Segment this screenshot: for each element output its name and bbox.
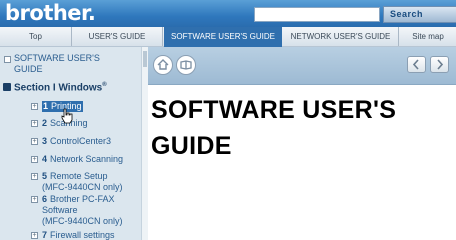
tab-network-users-guide[interactable]: NETWORK USER'S GUIDE bbox=[283, 27, 399, 46]
sidebar-link-software-users-guide[interactable]: SOFTWARE USER'S GUIDE bbox=[14, 53, 114, 75]
sidebar-section-title[interactable]: Section I Windows® bbox=[14, 82, 107, 93]
forward-button[interactable] bbox=[430, 56, 449, 73]
search-input[interactable] bbox=[254, 7, 380, 22]
expand-icon[interactable]: + bbox=[31, 196, 38, 203]
tab-users-guide[interactable]: USER'S GUIDE bbox=[72, 27, 163, 46]
tab-top[interactable]: Top bbox=[0, 27, 72, 46]
hand-cursor-icon bbox=[61, 108, 73, 124]
tab-software-users-guide[interactable]: SOFTWARE USER'S GUIDE bbox=[164, 27, 282, 47]
expand-icon[interactable]: + bbox=[31, 120, 38, 127]
home-icon bbox=[157, 59, 169, 70]
book-icon bbox=[180, 60, 192, 70]
back-arrow-icon bbox=[412, 59, 419, 70]
tab-site-map[interactable]: Site map bbox=[400, 27, 456, 46]
book-button[interactable] bbox=[176, 55, 196, 75]
nav-tabs: Top USER'S GUIDE SOFTWARE USER'S GUIDE N… bbox=[0, 27, 456, 47]
collapse-icon[interactable] bbox=[3, 83, 11, 91]
expand-icon[interactable]: + bbox=[31, 138, 38, 145]
expand-icon[interactable]: + bbox=[31, 156, 38, 163]
brother-logo[interactable]: brother. bbox=[5, 1, 96, 25]
sidebar-scrollbar[interactable] bbox=[141, 47, 148, 240]
sidebar-item-network-scanning[interactable]: 4 Network Scanning bbox=[42, 154, 123, 165]
expand-icon[interactable]: + bbox=[31, 232, 38, 239]
search-button[interactable]: Search bbox=[383, 6, 456, 23]
top-header: brother. Search bbox=[0, 0, 456, 27]
square-bullet-icon bbox=[4, 56, 11, 63]
home-button[interactable] bbox=[153, 55, 173, 75]
sidebar-item-controlcenter3[interactable]: 3 ControlCenter3 bbox=[42, 136, 111, 147]
sidebar-item-remote-setup[interactable]: 5 Remote Setup (MFC-9440CN only) bbox=[42, 171, 138, 193]
page-title: SOFTWARE USER'S GUIDE bbox=[151, 96, 397, 160]
sidebar-item-brother-pc-fax[interactable]: 6 Brother PC-FAX Software (MFC-9440CN onl… bbox=[42, 194, 138, 227]
forward-arrow-icon bbox=[437, 59, 444, 70]
expand-icon[interactable]: + bbox=[31, 103, 38, 110]
scrollbar-thumb[interactable] bbox=[143, 51, 147, 67]
back-button[interactable] bbox=[407, 56, 426, 73]
sidebar-item-firewall-settings[interactable]: 7 Firewall settings bbox=[42, 230, 115, 240]
expand-icon[interactable]: + bbox=[31, 173, 38, 180]
